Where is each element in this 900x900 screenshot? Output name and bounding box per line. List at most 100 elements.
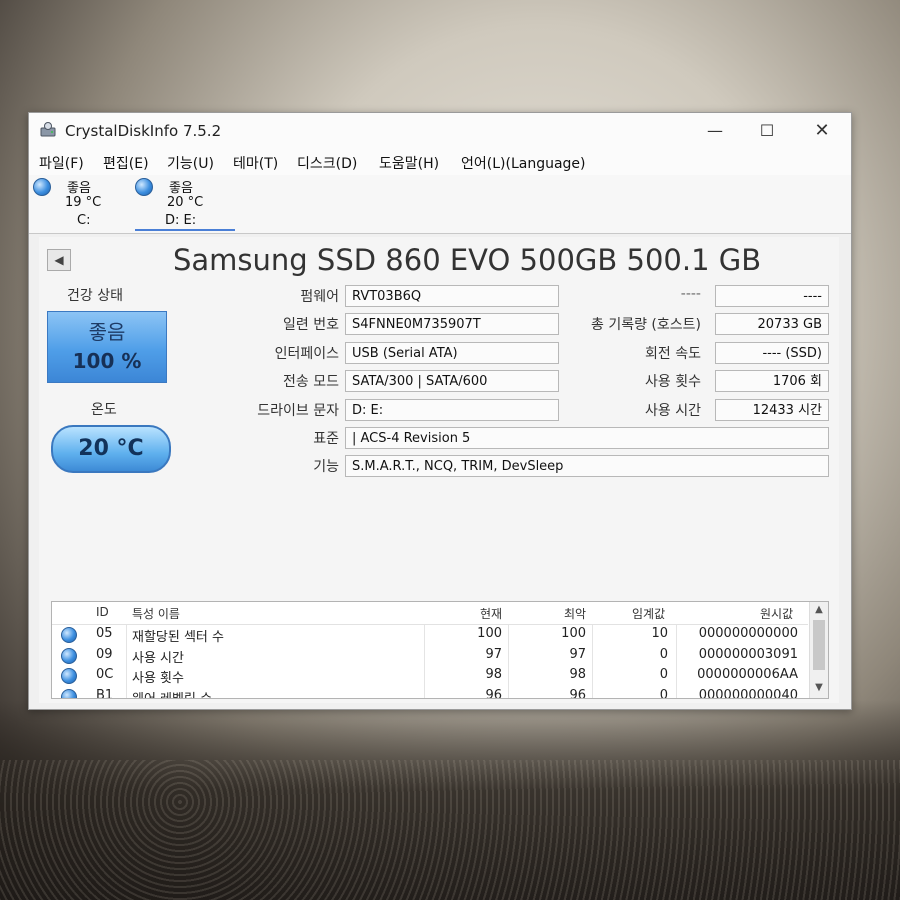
- cell-id: 09: [96, 646, 113, 662]
- menu-bar: 파일(F) 편집(E) 기능(U) 테마(T) 디스크(D) 도움말(H) 언어…: [29, 149, 851, 175]
- app-icon: [40, 122, 56, 137]
- power-on-hours-field: 12433 시간: [715, 399, 829, 421]
- cell-current: 98: [485, 667, 502, 683]
- serial-field: S4FNNE0M735907T: [345, 313, 559, 335]
- cell-worst: 98: [569, 667, 586, 683]
- cell-current: 96: [485, 687, 502, 699]
- background-sand: [0, 760, 900, 900]
- disk-letter: D: E:: [165, 213, 197, 228]
- disk-temp: 20 °C: [167, 195, 204, 210]
- cell-id: 05: [96, 626, 113, 641]
- drive-letter-label: 드라이브 문자: [257, 403, 339, 419]
- smart-rows: 05 재할당된 섹터 수 100 100 10 000000000000 09 …: [52, 624, 808, 699]
- cell-raw: 000000000000: [698, 626, 798, 641]
- serial-label: 일련 번호: [283, 317, 339, 333]
- interface-label: 인터페이스: [274, 346, 339, 362]
- disk-tab-c[interactable]: 좋음 19 °C C:: [33, 175, 123, 231]
- header-attribute-name[interactable]: 특성 이름: [132, 605, 180, 622]
- menu-theme[interactable]: 테마(T): [233, 153, 278, 173]
- disk-health: 좋음: [67, 181, 91, 196]
- cell-worst: 100: [561, 626, 586, 641]
- health-dot-icon: [33, 178, 51, 196]
- scroll-down-icon[interactable]: ▼: [810, 682, 828, 696]
- features-label: 기능: [313, 459, 339, 475]
- cell-worst: 96: [569, 687, 586, 699]
- power-on-hours-label: 사용 시간: [645, 403, 701, 419]
- cell-name: 재할당된 섹터 수: [132, 630, 224, 645]
- health-status: 좋음: [88, 320, 126, 344]
- cell-id: B1: [96, 687, 114, 699]
- menu-file[interactable]: 파일(F): [39, 153, 84, 173]
- temperature-box[interactable]: 20 °C: [51, 425, 171, 473]
- disk-health: 좋음: [169, 181, 193, 196]
- rotation-speed-label: 회전 속도: [645, 346, 701, 362]
- previous-disk-button[interactable]: ◀: [47, 249, 71, 271]
- transfer-mode-field: SATA/300 | SATA/600: [345, 370, 559, 392]
- health-status-box[interactable]: 좋음 100 %: [47, 311, 167, 383]
- menu-function[interactable]: 기능(U): [167, 153, 214, 173]
- total-writes-label: 총 기록량 (호스트): [591, 317, 701, 333]
- cell-threshold: 0: [659, 687, 668, 699]
- disk-letter: C:: [77, 213, 91, 228]
- cell-name: 사용 시간: [132, 650, 184, 666]
- header-id[interactable]: ID: [96, 605, 109, 619]
- cell-threshold: 0: [659, 667, 668, 683]
- standard-label: 표준: [313, 431, 339, 447]
- title-bar: CrystalDiskInfo 7.5.2 — ☐ ✕: [29, 113, 851, 149]
- scroll-thumb[interactable]: [813, 620, 825, 670]
- status-dot-icon: [61, 688, 77, 698]
- crystaldiskinfo-window: CrystalDiskInfo 7.5.2 — ☐ ✕ 파일(F) 편집(E) …: [28, 112, 852, 710]
- disk-selector-bar: 좋음 19 °C C: 좋음 20 °C D: E:: [29, 175, 851, 234]
- header-raw-value[interactable]: 원시값: [760, 605, 793, 622]
- health-percent: 100 %: [72, 349, 142, 373]
- menu-language[interactable]: 언어(L)(Language): [461, 153, 586, 173]
- status-dot-icon: [61, 647, 77, 664]
- temperature-label: 온도: [91, 402, 117, 418]
- power-on-count-field: 1706 회: [715, 370, 829, 392]
- cell-raw: 000000003091: [698, 646, 798, 662]
- smart-table-header: ID 특성 이름 현재 최악 임계값 원시값: [52, 602, 808, 625]
- menu-disk[interactable]: 디스크(D): [297, 153, 357, 173]
- header-worst[interactable]: 최악: [564, 605, 586, 622]
- table-row[interactable]: B1 웨어 레벨링 수 96 96 0 000000000040: [52, 686, 808, 699]
- cell-current: 100: [477, 626, 502, 641]
- firmware-field: RVT03B6Q: [345, 285, 559, 307]
- power-on-count-label: 사용 횟수: [645, 374, 701, 390]
- disk-temp: 19 °C: [65, 195, 102, 210]
- cell-raw: 0000000006AA: [697, 667, 798, 683]
- table-row[interactable]: 0C 사용 횟수 98 98 0 0000000006AA: [52, 665, 808, 686]
- cell-name: 사용 횟수: [132, 671, 184, 687]
- header-threshold[interactable]: 임계값: [632, 605, 665, 622]
- drive-letter-field: D: E:: [345, 399, 559, 421]
- cell-raw: 000000000040: [698, 687, 798, 699]
- maximize-button[interactable]: ☐: [747, 119, 787, 143]
- health-label: 건강 상태: [67, 288, 123, 304]
- minimize-button[interactable]: —: [695, 119, 735, 143]
- smart-attributes-table: ID 특성 이름 현재 최악 임계값 원시값 05 재할당된 섹터 수 100 …: [51, 601, 829, 699]
- disk-tab-de[interactable]: 좋음 20 °C D: E:: [135, 175, 245, 231]
- transfer-mode-label: 전송 모드: [283, 374, 339, 390]
- blank-label: ----: [680, 286, 701, 302]
- model-title: Samsung SSD 860 EVO 500GB 500.1 GB: [173, 243, 762, 277]
- interface-field: USB (Serial ATA): [345, 342, 559, 364]
- table-row[interactable]: 05 재할당된 섹터 수 100 100 10 000000000000: [52, 624, 808, 645]
- menu-edit[interactable]: 편집(E): [103, 153, 149, 173]
- close-button[interactable]: ✕: [802, 119, 842, 143]
- cell-current: 97: [485, 646, 502, 662]
- header-current[interactable]: 현재: [480, 605, 502, 622]
- menu-help[interactable]: 도움말(H): [379, 153, 439, 173]
- table-row[interactable]: 09 사용 시간 97 97 0 000000003091: [52, 645, 808, 666]
- health-dot-icon: [135, 178, 153, 196]
- scroll-up-icon[interactable]: ▲: [810, 604, 828, 618]
- cell-threshold: 10: [651, 626, 668, 641]
- total-writes-field: 20733 GB: [715, 313, 829, 335]
- features-field: S.M.A.R.T., NCQ, TRIM, DevSleep: [345, 455, 829, 477]
- status-dot-icon: [61, 668, 77, 685]
- disk-info-panel: ◀ Samsung SSD 860 EVO 500GB 500.1 GB 건강 …: [39, 237, 839, 703]
- status-dot-icon: [61, 627, 77, 643]
- cell-threshold: 0: [659, 646, 668, 662]
- cell-id: 0C: [96, 667, 114, 683]
- cell-name: 웨어 레벨링 수: [132, 688, 212, 698]
- blank-field: ----: [715, 285, 829, 307]
- vertical-scrollbar[interactable]: ▲ ▼: [809, 602, 828, 698]
